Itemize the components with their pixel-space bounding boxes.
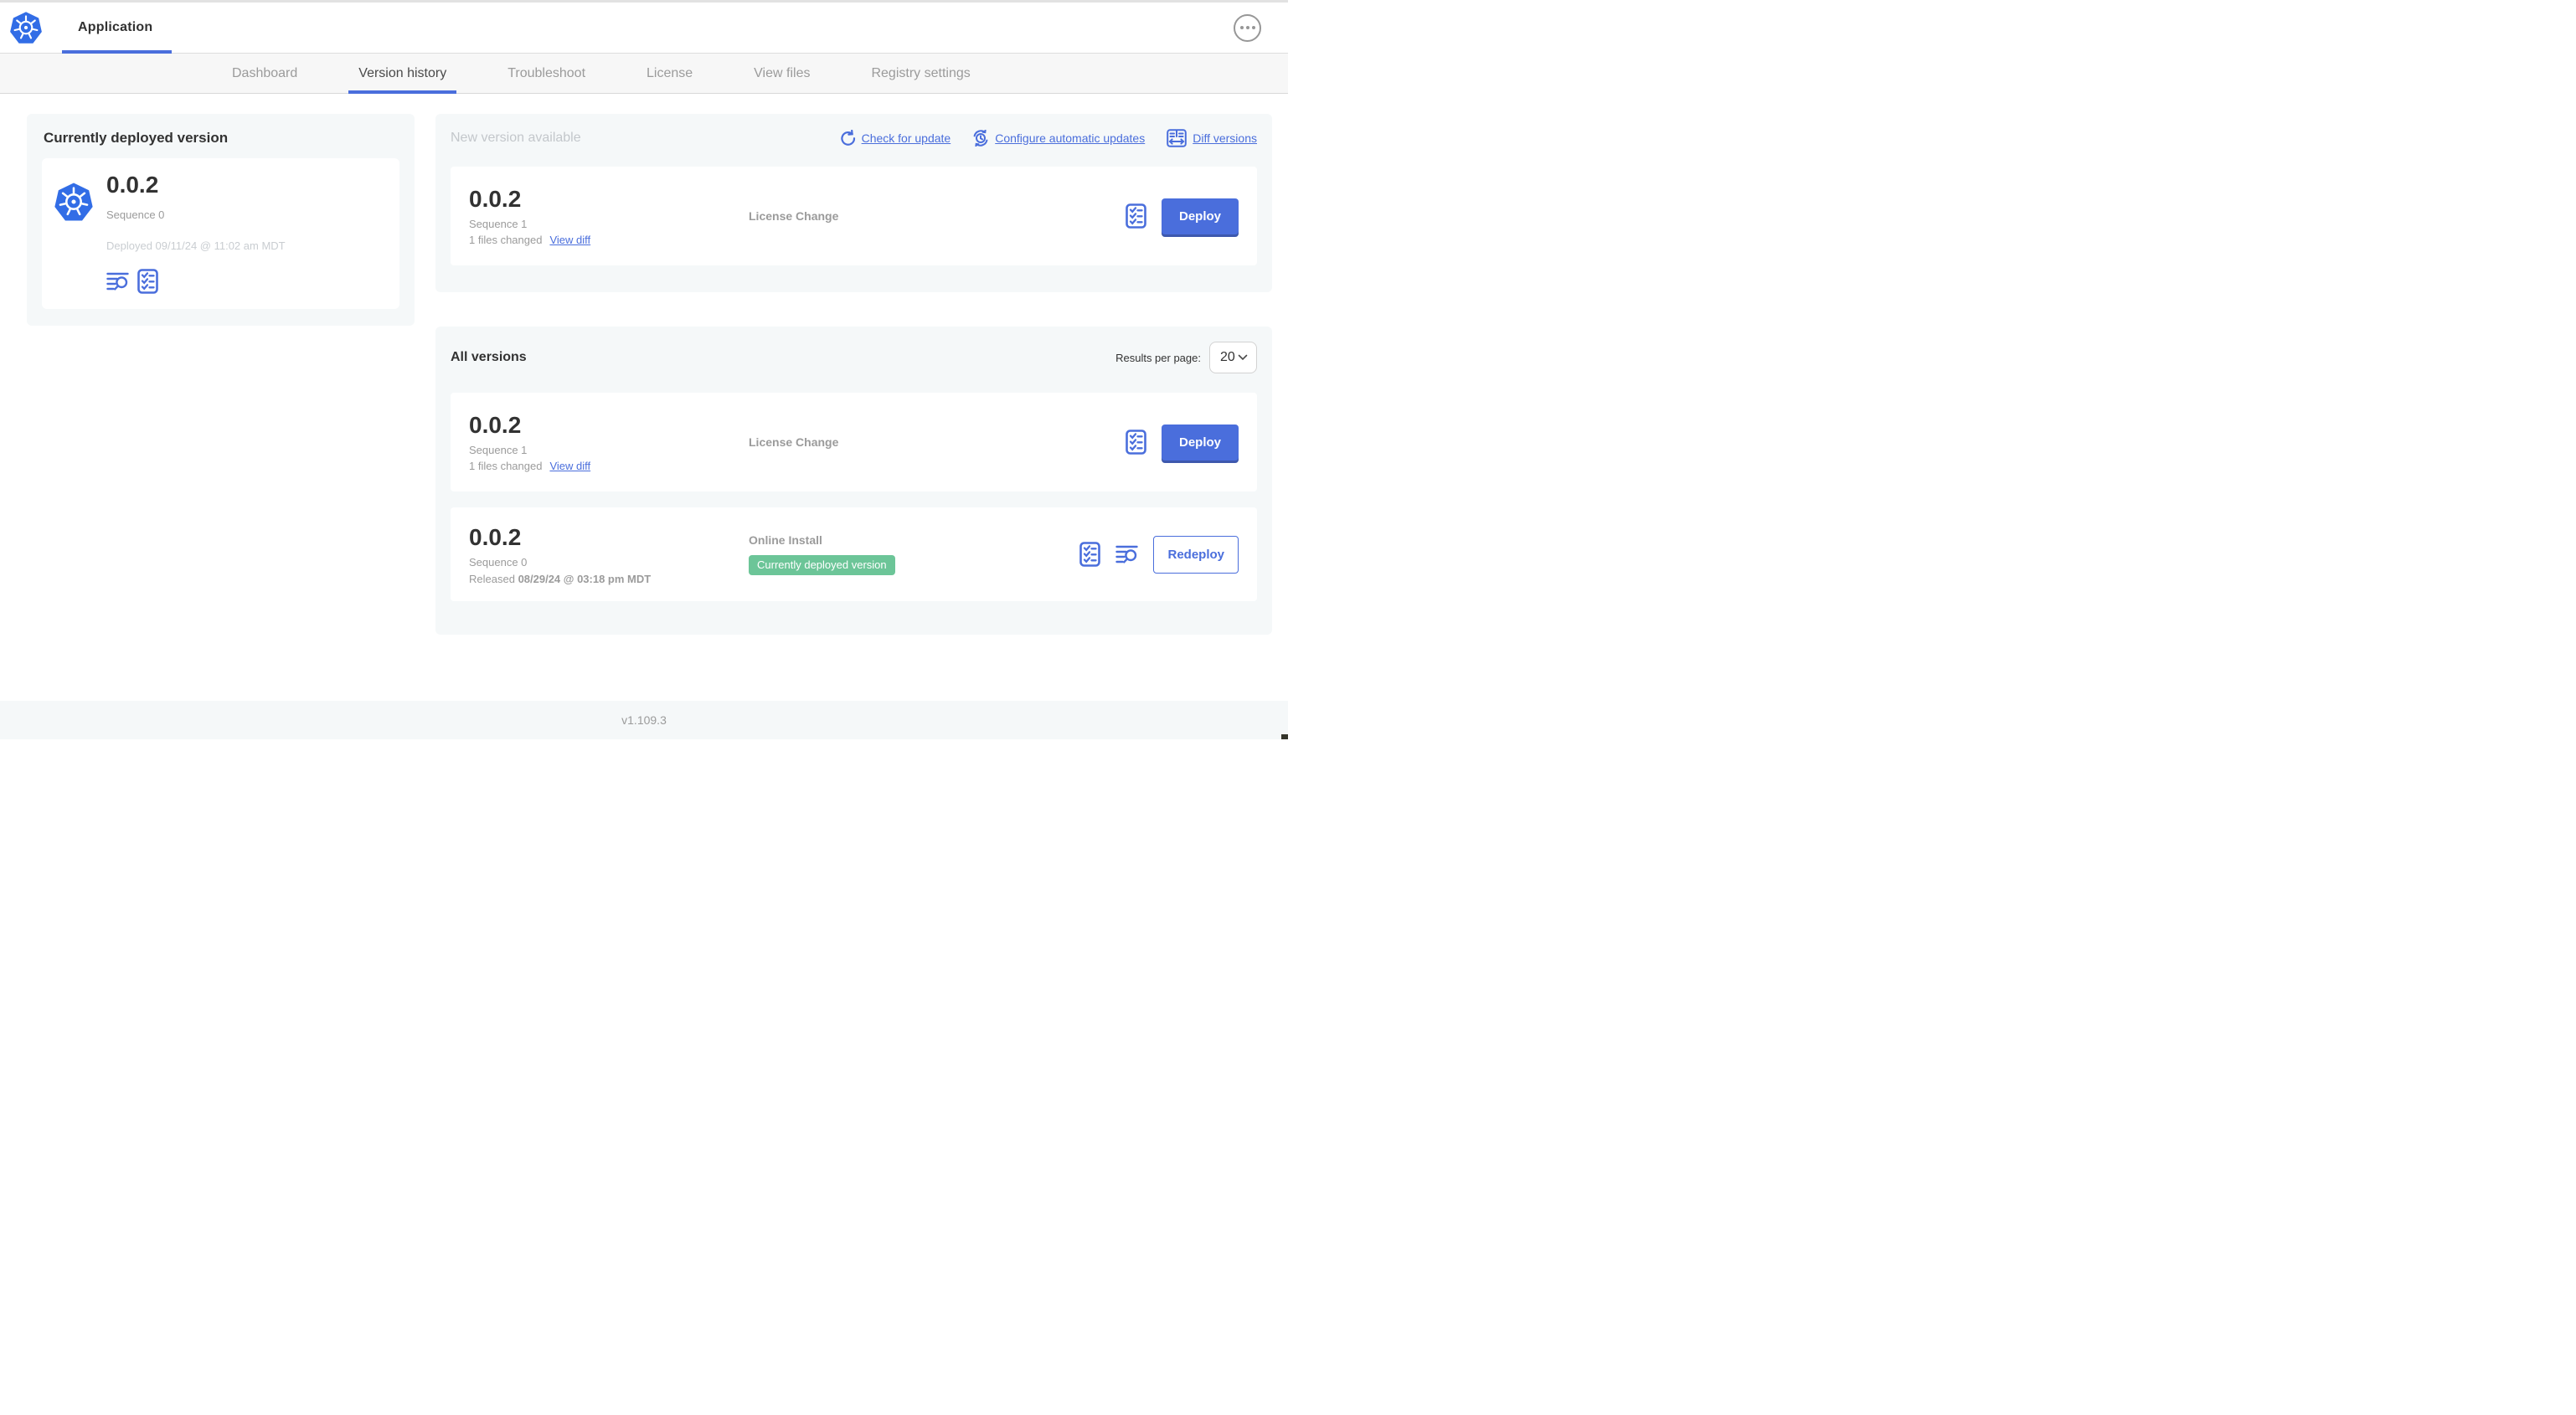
results-per-page-select[interactable]: 20: [1209, 342, 1257, 373]
ellipsis-icon: [1239, 26, 1244, 29]
tab-license[interactable]: License: [636, 54, 703, 93]
preflight-checks-button[interactable]: [1126, 430, 1146, 455]
view-diff-link[interactable]: View diff: [549, 234, 590, 246]
configure-automatic-updates-link[interactable]: Configure automatic updates: [972, 130, 1145, 147]
check-for-update-link[interactable]: Check for update: [839, 130, 951, 147]
preflight-checks-icon: [1126, 430, 1146, 455]
sequence-label: Sequence 1: [469, 444, 528, 456]
deploy-button[interactable]: Deploy: [1161, 424, 1239, 461]
chevron-down-icon: [1238, 354, 1248, 361]
new-version-title: New version available: [451, 131, 581, 145]
new-version-row: 0.0.2 Sequence 1 1 files changed View di…: [451, 167, 1257, 265]
screen-artifact: [1281, 734, 1288, 739]
released-timestamp: Released 08/29/24 @ 03:18 pm MDT: [469, 572, 652, 585]
kubernetes-logo-icon: [9, 11, 43, 44]
preflight-checks-icon: [1126, 203, 1146, 229]
install-type-label: Online Install: [749, 533, 822, 547]
active-app-underline: [62, 50, 172, 54]
preflight-checks-button[interactable]: [137, 269, 158, 294]
sequence-label: Sequence 0: [469, 555, 528, 569]
tab-version-history[interactable]: Version history: [348, 54, 457, 94]
currently-deployed-card: 0.0.2 Sequence 0 Deployed 09/11/24 @ 11:…: [42, 158, 399, 309]
auto-update-icon: [973, 130, 988, 147]
tab-bar: Dashboard Version history Troubleshoot L…: [0, 54, 1288, 94]
diff-icon: [1167, 129, 1188, 147]
refresh-icon: [840, 130, 855, 146]
diff-versions-link[interactable]: Diff versions: [1167, 129, 1257, 147]
navbar: Application: [0, 3, 1288, 54]
new-version-panel: New version available Check for update C…: [435, 114, 1272, 292]
tab-troubleshoot[interactable]: Troubleshoot: [497, 54, 595, 93]
logs-icon: [1115, 545, 1139, 563]
version-row: 0.0.2 Sequence 1 1 files changed View di…: [451, 393, 1257, 491]
deploy-button[interactable]: Deploy: [1161, 198, 1239, 234]
currently-deployed-badge: Currently deployed version: [749, 555, 895, 575]
deployed-timestamp: Deployed 09/11/24 @ 11:02 am MDT: [106, 239, 286, 252]
results-per-page-label: Results per page:: [1115, 351, 1201, 364]
overflow-menu-button[interactable]: [1234, 13, 1261, 42]
deployed-sequence-label: Sequence 0: [106, 208, 165, 221]
footer: v1.109.3: [0, 701, 1288, 739]
logs-icon: [106, 272, 129, 291]
app-logo-icon: [54, 182, 94, 222]
change-type-label: License Change: [749, 435, 839, 449]
tab-dashboard[interactable]: Dashboard: [222, 54, 307, 93]
all-versions-title: All versions: [451, 350, 527, 364]
tab-registry-settings[interactable]: Registry settings: [861, 54, 980, 93]
view-diff-link[interactable]: View diff: [549, 460, 590, 472]
sequence-label: Sequence 1: [469, 218, 528, 230]
preflight-checks-button[interactable]: [1079, 542, 1101, 567]
files-changed-label: 1 files changed: [469, 460, 543, 472]
tab-view-files[interactable]: View files: [744, 54, 820, 93]
main-content: Currently deployed version 0.0.2 Sequenc…: [0, 94, 1288, 668]
currently-deployed-title: Currently deployed version: [44, 130, 229, 146]
redeploy-button[interactable]: Redeploy: [1153, 535, 1239, 574]
change-type-label: License Change: [749, 209, 839, 223]
deploy-logs-button[interactable]: [1115, 544, 1139, 564]
app-page: Application Dashboard Version history Tr…: [0, 0, 1288, 739]
all-versions-panel: All versions Results per page: 20 0.0.2 …: [435, 327, 1272, 635]
preflight-checks-icon: [1079, 542, 1101, 567]
files-changed-label: 1 files changed: [469, 234, 543, 246]
version-label: 0.0.2: [469, 186, 522, 212]
version-label: 0.0.2: [469, 412, 522, 438]
preflight-checks-button[interactable]: [1126, 203, 1146, 229]
version-row: 0.0.2 Sequence 0 Released 08/29/24 @ 03:…: [451, 507, 1257, 601]
deployed-version-label: 0.0.2: [106, 172, 159, 198]
currently-deployed-panel: Currently deployed version 0.0.2 Sequenc…: [27, 114, 415, 326]
deploy-logs-button[interactable]: [106, 271, 129, 291]
app-title[interactable]: Application: [78, 20, 152, 35]
preflight-checks-icon: [137, 269, 158, 294]
console-version-label: v1.109.3: [621, 713, 667, 727]
version-label: 0.0.2: [469, 523, 522, 550]
